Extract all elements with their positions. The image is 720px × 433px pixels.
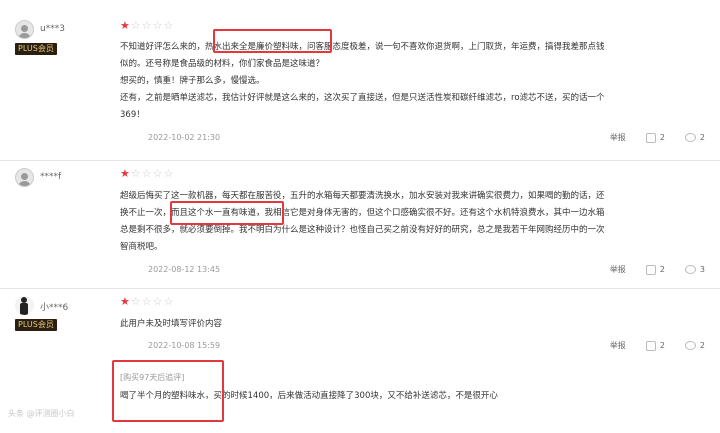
like-button[interactable]: 2 [645, 132, 665, 143]
review-line: 总是剩不很多，就必须要倒掉。我不明白为什么是这种设计？也怪自己买之前没有好好的研… [120, 225, 605, 235]
avatar[interactable] [15, 296, 34, 315]
review-item: 小***6 PLUS会员 ★ ☆ ☆ ☆ ☆ 此用户未及时填写评价内容 2022… [0, 296, 720, 416]
star-empty-icon: ☆ [141, 295, 152, 308]
star-filled-icon: ★ [120, 19, 130, 32]
report-link[interactable]: 举报 [610, 264, 626, 275]
report-link[interactable]: 举报 [610, 340, 626, 351]
review-line: 智商税吧。 [120, 242, 163, 252]
comment-count: 2 [699, 133, 705, 142]
review-line: 换不止一次，而且这个水一直有味道，我相信它是对身体无害的，但这个口感确实很不好。… [120, 208, 605, 218]
comment-button[interactable]: 3 [684, 265, 705, 274]
star-filled-icon: ★ [120, 167, 130, 180]
report-link[interactable]: 举报 [610, 132, 626, 143]
username[interactable]: 小***6 [40, 300, 68, 313]
review-line: 不知道好评怎么来的，热水出来全是廉价塑料味，问客服态度极差，说一句不喜欢你退货啊… [120, 42, 605, 52]
review-line: 此用户未及时填写评价内容 [120, 319, 223, 329]
thumbs-up-icon [645, 340, 656, 351]
review-date: 2022-10-08 15:59 [148, 341, 221, 350]
like-count: 2 [659, 341, 665, 350]
like-button[interactable]: 2 [645, 264, 665, 275]
star-empty-icon: ☆ [130, 19, 141, 32]
review-actions: 举报 2 2 [610, 340, 705, 351]
star-empty-icon: ☆ [163, 167, 174, 180]
star-empty-icon: ☆ [130, 167, 141, 180]
avatar[interactable] [15, 20, 34, 39]
like-count: 2 [659, 133, 665, 142]
review-item: u***3 PLUS会员 ★ ☆ ☆ ☆ ☆ 不知道好评怎么来的，热水出来全是廉… [0, 20, 720, 160]
review-actions: 举报 2 2 [610, 132, 705, 143]
plus-member-badge: PLUS会员 [15, 319, 57, 331]
star-empty-icon: ☆ [152, 167, 163, 180]
review-text: 不知道好评怎么来的，热水出来全是廉价塑料味，问客服态度极差，说一句不喜欢你退货啊… [120, 39, 688, 124]
star-empty-icon: ☆ [163, 295, 174, 308]
comment-count: 2 [699, 341, 705, 350]
username[interactable]: u***3 [40, 24, 65, 34]
comment-button[interactable]: 2 [684, 133, 705, 142]
review-line: 还有，之前是晒单送滤芯，我估计好评就是这么来的，这次买了直接送，但是只送活性炭和… [120, 93, 605, 103]
review-text: 超级后悔买了这一款机器，每天都在服苦役，五升的水箱每天都要清洗换水，加水安装对我… [120, 188, 688, 256]
review-date: 2022-10-02 21:30 [148, 133, 221, 142]
review-line: 超级后悔买了这一款机器，每天都在服苦役，五升的水箱每天都要清洗换水，加水安装对我… [120, 191, 605, 201]
star-empty-icon: ☆ [163, 19, 174, 32]
thumbs-up-icon [645, 264, 656, 275]
thumbs-up-icon [645, 132, 656, 143]
star-rating: ★ ☆ ☆ ☆ ☆ [120, 168, 173, 180]
review-item: ****f ★ ☆ ☆ ☆ ☆ 超级后悔买了这一款机器，每天都在服苦役，五升的水… [0, 168, 720, 288]
comment-bubble-icon [684, 133, 696, 142]
review-line: 似的。还号称是食品级的材料，你们家食品是这味道？ [120, 59, 325, 69]
review-date: 2022-08-12 13:45 [148, 265, 221, 274]
comment-bubble-icon [684, 341, 696, 350]
plus-member-badge: PLUS会员 [15, 43, 57, 55]
review-line: 369！ [120, 110, 145, 120]
star-empty-icon: ☆ [152, 295, 163, 308]
star-rating: ★ ☆ ☆ ☆ ☆ [120, 20, 173, 32]
divider [0, 288, 720, 289]
divider [0, 160, 720, 161]
like-count: 2 [659, 265, 665, 274]
avatar[interactable] [15, 168, 34, 187]
review-text: 此用户未及时填写评价内容 [120, 316, 688, 333]
star-filled-icon: ★ [120, 295, 130, 308]
followup-text: 喝了半个月的塑料味水，买的时候1400，后来做活动直接降了300块，又不给补送滤… [120, 391, 498, 401]
star-empty-icon: ☆ [141, 167, 152, 180]
star-rating: ★ ☆ ☆ ☆ ☆ [120, 296, 173, 308]
star-empty-icon: ☆ [152, 19, 163, 32]
comment-bubble-icon [684, 265, 696, 274]
review-line: 想买的，慎重！牌子那么多，慢慢选。 [120, 76, 265, 86]
comment-button[interactable]: 2 [684, 341, 705, 350]
like-button[interactable]: 2 [645, 340, 665, 351]
star-empty-icon: ☆ [130, 295, 141, 308]
star-empty-icon: ☆ [141, 19, 152, 32]
comment-count: 3 [699, 265, 705, 274]
review-actions: 举报 2 3 [610, 264, 705, 275]
watermark: 头条 @评测圈小白 [8, 409, 75, 418]
username[interactable]: ****f [40, 172, 61, 182]
followup-tag: [购买97天后追评] [120, 373, 185, 382]
